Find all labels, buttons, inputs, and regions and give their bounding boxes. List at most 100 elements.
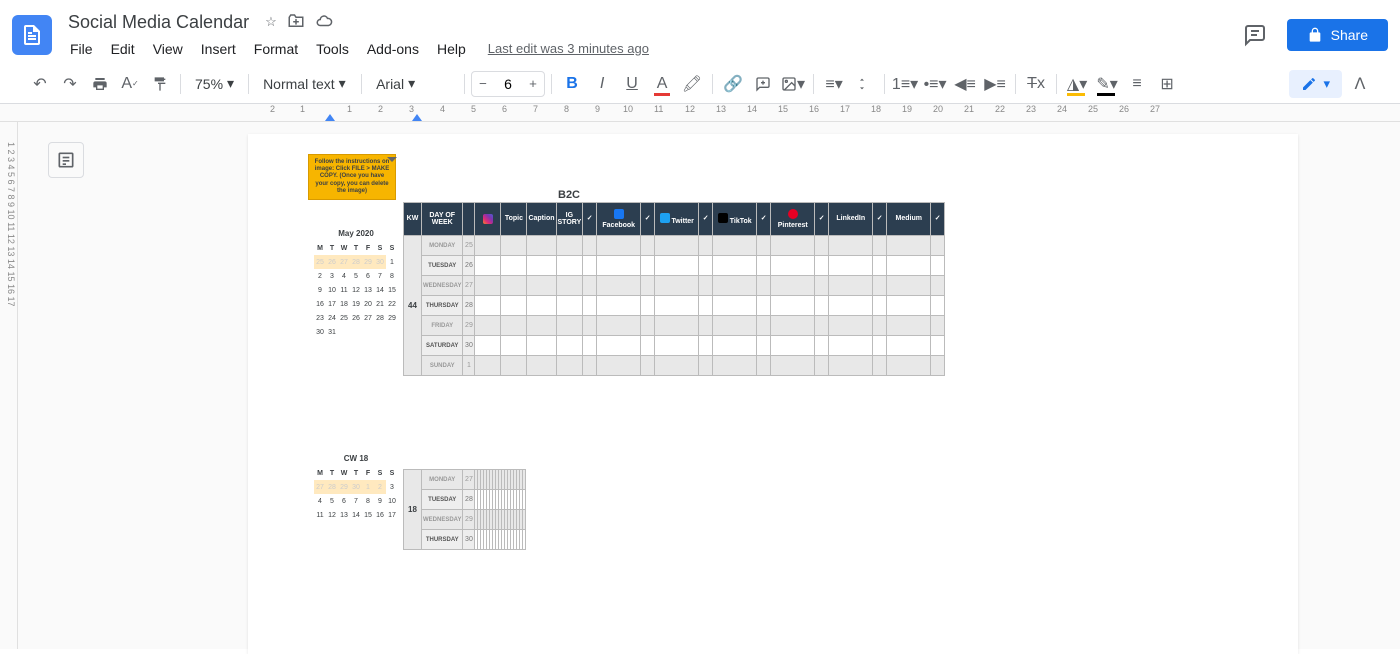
table-cell[interactable]	[713, 296, 757, 316]
table-cell[interactable]	[655, 356, 699, 376]
table-cell[interactable]	[699, 296, 713, 316]
table-cell[interactable]	[527, 336, 556, 356]
insert-image-button[interactable]: ▾	[779, 70, 807, 98]
table-cell[interactable]	[641, 296, 655, 316]
bold-button[interactable]: B	[558, 70, 586, 98]
table-cell[interactable]	[873, 356, 887, 376]
print-button[interactable]	[86, 70, 114, 98]
table-cell[interactable]	[815, 336, 829, 356]
table-cell[interactable]	[583, 276, 597, 296]
table-cell[interactable]	[931, 296, 945, 316]
table-cell[interactable]	[583, 336, 597, 356]
table-cell[interactable]	[713, 356, 757, 376]
table-cell[interactable]	[655, 276, 699, 296]
table-cell[interactable]	[501, 336, 527, 356]
table-cell[interactable]	[597, 296, 641, 316]
document-page[interactable]: Follow the instructions on image: Click …	[248, 134, 1298, 654]
table-cell[interactable]	[597, 356, 641, 376]
note-dropdown-icon[interactable]	[387, 157, 397, 162]
table-cell[interactable]	[641, 356, 655, 376]
insert-link-button[interactable]: 🔗	[719, 70, 747, 98]
table-cell[interactable]	[873, 316, 887, 336]
table-row[interactable]: THURSDAY28	[404, 296, 945, 316]
table-cell[interactable]	[556, 276, 583, 296]
menu-insert[interactable]: Insert	[193, 37, 244, 61]
table-cell[interactable]	[699, 356, 713, 376]
table-cell[interactable]	[931, 316, 945, 336]
table-cell[interactable]	[523, 510, 526, 530]
text-color-button[interactable]: A	[648, 70, 676, 98]
menu-help[interactable]: Help	[429, 37, 474, 61]
table-cell[interactable]	[757, 256, 771, 276]
table-cell[interactable]	[771, 336, 815, 356]
menu-addons[interactable]: Add-ons	[359, 37, 427, 61]
table-cell[interactable]	[655, 256, 699, 276]
table-cell[interactable]	[757, 276, 771, 296]
table-cell[interactable]	[757, 356, 771, 376]
menu-file[interactable]: File	[62, 37, 101, 61]
paragraph-style-select[interactable]: Normal text ▾	[255, 71, 355, 96]
move-icon[interactable]	[287, 12, 305, 33]
table-cell[interactable]	[699, 236, 713, 256]
table-cell[interactable]	[475, 356, 501, 376]
table-cell[interactable]	[583, 236, 597, 256]
table-cell[interactable]	[527, 276, 556, 296]
decrease-indent-button[interactable]: ◀≡	[951, 70, 979, 98]
table-cell[interactable]	[699, 316, 713, 336]
font-select[interactable]: Arial ▾	[368, 71, 458, 96]
table-cell[interactable]	[501, 356, 527, 376]
table-cell[interactable]	[887, 276, 931, 296]
table-cell[interactable]	[475, 276, 501, 296]
increase-indent-button[interactable]: ▶≡	[981, 70, 1009, 98]
menu-tools[interactable]: Tools	[308, 37, 357, 61]
table-row[interactable]: WEDNESDAY27	[404, 276, 945, 296]
bulleted-list-button[interactable]: •≡▾	[921, 70, 949, 98]
table-cell[interactable]	[829, 296, 873, 316]
table-cell[interactable]	[713, 336, 757, 356]
table-cell[interactable]	[475, 316, 501, 336]
table-cell[interactable]	[556, 296, 583, 316]
vertical-ruler[interactable]: 1 2 3 4 5 6 7 8 9 10 11 12 13 14 15 16 1…	[0, 122, 18, 649]
table-cell[interactable]	[583, 356, 597, 376]
table-cell[interactable]	[757, 316, 771, 336]
table-cell[interactable]	[556, 256, 583, 276]
table-cell[interactable]	[771, 316, 815, 336]
table-cell[interactable]	[931, 356, 945, 376]
table-cell[interactable]	[527, 236, 556, 256]
border-dash-button[interactable]: ≡	[1123, 70, 1151, 98]
table-row[interactable]: TUESDAY28	[404, 490, 526, 510]
font-size-input[interactable]	[494, 76, 522, 92]
table-cell[interactable]	[815, 276, 829, 296]
docs-logo[interactable]	[12, 15, 52, 55]
table-cell[interactable]	[815, 316, 829, 336]
table-cell[interactable]	[873, 336, 887, 356]
table-cell[interactable]	[641, 236, 655, 256]
table-cell[interactable]	[655, 236, 699, 256]
table-cell[interactable]	[523, 490, 526, 510]
table-cell[interactable]	[556, 316, 583, 336]
table-row[interactable]: FRIDAY29	[404, 316, 945, 336]
table-cell[interactable]	[556, 356, 583, 376]
table-cell[interactable]	[815, 256, 829, 276]
table-cell[interactable]	[887, 316, 931, 336]
add-comment-button[interactable]	[749, 70, 777, 98]
menu-edit[interactable]: Edit	[103, 37, 143, 61]
menu-view[interactable]: View	[145, 37, 191, 61]
table-cell[interactable]	[829, 316, 873, 336]
table-cell[interactable]	[829, 336, 873, 356]
border-color-button[interactable]: ◮▾	[1063, 70, 1091, 98]
table-cell[interactable]	[501, 316, 527, 336]
zoom-select[interactable]: 75% ▾	[187, 71, 242, 96]
font-size-decrease[interactable]: −	[472, 72, 494, 96]
star-icon[interactable]: ☆	[265, 14, 277, 30]
table-cell[interactable]	[771, 236, 815, 256]
table-cell[interactable]	[527, 296, 556, 316]
table-cell[interactable]	[583, 316, 597, 336]
table-cell[interactable]	[475, 236, 501, 256]
table-cell[interactable]	[475, 336, 501, 356]
table-cell[interactable]	[931, 256, 945, 276]
table-cell[interactable]	[699, 256, 713, 276]
outline-toggle-button[interactable]	[48, 142, 84, 178]
last-edit-link[interactable]: Last edit was 3 minutes ago	[488, 41, 649, 56]
table-cell[interactable]	[501, 256, 527, 276]
